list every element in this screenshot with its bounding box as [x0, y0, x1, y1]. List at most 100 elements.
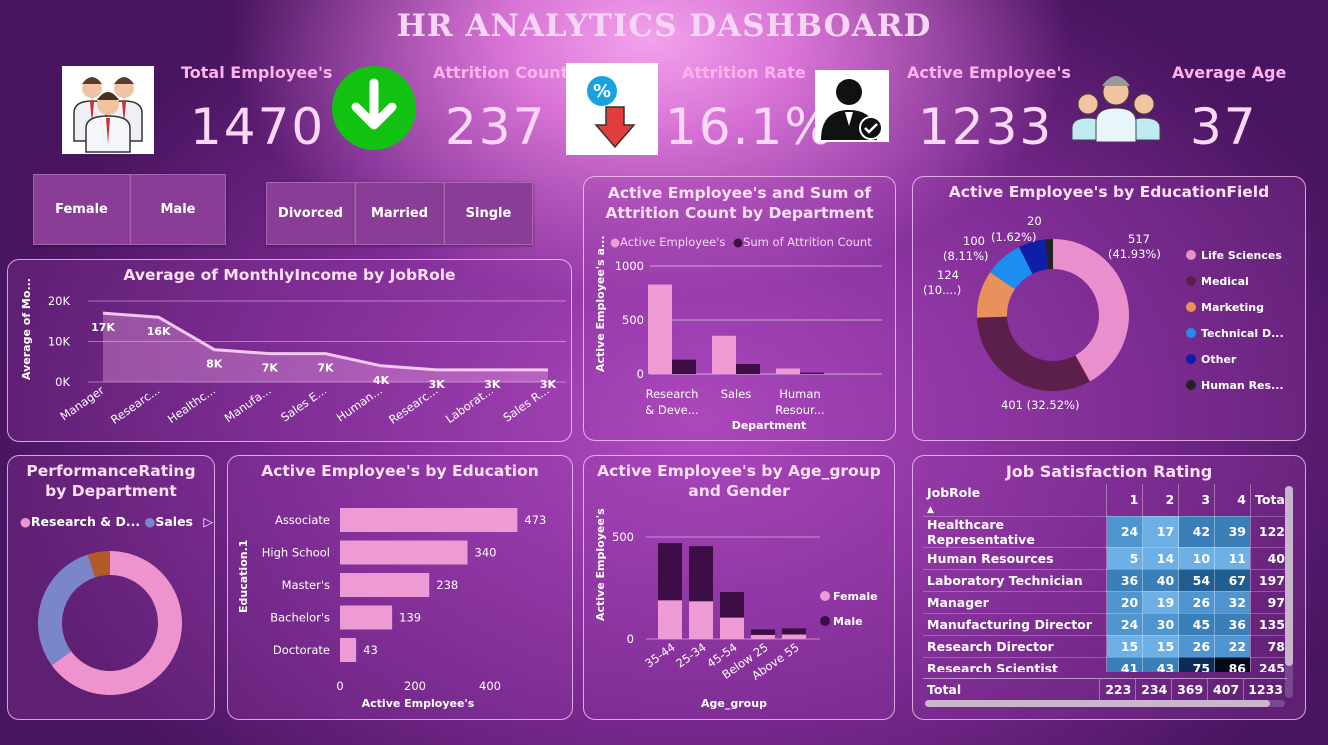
age-legend-item: Female [833, 590, 878, 603]
rating-cell: 11 [1214, 547, 1251, 570]
slicer-divorced[interactable]: Divorced [266, 182, 355, 245]
dept-x-tick: Sales [721, 387, 752, 401]
income-by-jobrole-panel[interactable]: Average of MonthlyIncome by JobRole 20K 1… [7, 259, 572, 442]
percent-down-icon: % [566, 63, 658, 155]
income-data-label: 16K [147, 325, 171, 338]
table-row[interactable]: Healthcare Representative 24 17 42 39 122 [923, 516, 1289, 548]
age-legend-item: Male [833, 615, 863, 628]
dept-y-tick: 0 [637, 367, 644, 381]
performance-panel[interactable]: PerformanceRating by Department ●Researc… [7, 455, 215, 720]
attrition-rate-value: 16.1% [665, 98, 834, 156]
col-header-jobrole[interactable]: JobRole ▲ [923, 484, 1108, 517]
vertical-scroll-thumb[interactable] [1285, 486, 1293, 666]
age-group-panel[interactable]: Active Employee's by Age_group and Gende… [583, 455, 895, 720]
rating-cell: 22 [1214, 635, 1251, 658]
slicer-single[interactable]: Single [444, 182, 533, 245]
income-data-label: 7K [262, 362, 279, 375]
education-data-label: 43 [363, 643, 378, 657]
education-data-label: 340 [475, 546, 497, 560]
dept-bar-attrition [800, 372, 824, 374]
rating-cell: 26 [1178, 635, 1216, 658]
job-satisfaction-table-wrap[interactable]: JobRole ▲ 1 2 3 4 Tota Healthcare Represe… [923, 484, 1289, 672]
income-x-tick: Manufa... [222, 383, 274, 425]
education-field-panel[interactable]: Active Employee's by EducationField 517(… [912, 176, 1306, 441]
education-field-donut: 517(41.93%) 401 (32.52%) 124(10....) 100(8.… [923, 214, 1284, 412]
income-y-axis-label: Average of Mo... [20, 278, 33, 380]
edufield-legend-item: Medical [1201, 275, 1249, 288]
jobrole-cell: Manager [923, 591, 1108, 614]
dept-bar-attrition [672, 359, 696, 374]
total-value: 407 [1207, 679, 1245, 700]
horizontal-scrollbar[interactable] [925, 700, 1285, 707]
education-y-tick: Bachelor's [270, 611, 330, 625]
edufield-data-label-pct: (41.93%) [1108, 247, 1161, 261]
horizontal-scroll-thumb[interactable] [925, 700, 1270, 707]
income-area-chart: 20K10K0KAverage of Mo... 17KManager16KRes… [20, 278, 566, 427]
total-cell: 78 [1250, 635, 1289, 658]
col-header-1[interactable]: 1 [1106, 484, 1144, 517]
table-row[interactable]: Manufacturing Director 24 30 45 36 135 [923, 613, 1289, 636]
education-x-tick: 0 [336, 679, 343, 693]
vertical-scrollbar[interactable] [1285, 486, 1293, 698]
table-row[interactable]: Research Scientist 41 43 75 86 245 [923, 657, 1289, 672]
table-row[interactable]: Research Director 15 15 26 22 78 [923, 635, 1289, 658]
education-y-tick: Doctorate [273, 643, 330, 657]
slicer-female[interactable]: Female [33, 174, 130, 245]
rating-cell: 24 [1106, 613, 1144, 636]
rating-cell: 54 [1178, 569, 1216, 592]
edufield-legend-item: Human Res... [1201, 379, 1284, 392]
performance-donut [38, 551, 182, 695]
table-row[interactable]: Laboratory Technician 36 40 54 67 197 [923, 569, 1289, 592]
total-employees-label: Total Employee's [181, 63, 333, 82]
table-row[interactable]: Manager 20 19 26 32 97 [923, 591, 1289, 614]
education-x-axis-label: Active Employee's [362, 697, 475, 710]
rating-cell: 5 [1106, 547, 1144, 570]
job-satisfaction-panel[interactable]: Job Satisfaction Rating JobRole ▲ 1 2 3 4… [912, 455, 1306, 720]
sort-asc-icon[interactable]: ▲ [927, 505, 934, 515]
dept-x-tick: Research [646, 387, 699, 401]
dept-bar-active [776, 368, 800, 374]
jobrole-cell: Research Director [923, 635, 1108, 658]
age-bar-male [720, 592, 744, 618]
col-header-total[interactable]: Tota [1250, 484, 1289, 517]
rating-cell: 36 [1106, 569, 1144, 592]
rating-cell: 32 [1214, 591, 1251, 614]
rating-cell: 30 [1142, 613, 1180, 636]
rating-cell: 20 [1106, 591, 1144, 614]
active-employees-value: 1233 [918, 98, 1054, 156]
slicer-male[interactable]: Male [130, 174, 226, 245]
attrition-rate-label: Attrition Rate [682, 63, 806, 82]
education-data-label: 238 [436, 578, 458, 592]
age-bar-female [751, 634, 775, 639]
table-row[interactable]: Human Resources 5 14 10 11 40 [923, 547, 1289, 570]
rating-cell: 42 [1178, 516, 1216, 548]
income-y-tick: 20K [48, 294, 71, 308]
slicer-married[interactable]: Married [355, 182, 444, 245]
edufield-legend-item: Other [1201, 353, 1237, 366]
education-bar [340, 638, 357, 662]
age-bar-male [782, 628, 806, 635]
education-panel[interactable]: Active Employee's by Education Associate… [227, 455, 573, 720]
col-header-3[interactable]: 3 [1178, 484, 1216, 517]
col-header-2[interactable]: 2 [1142, 484, 1180, 517]
jobrole-cell: Healthcare Representative [923, 516, 1108, 548]
edufield-legend-item: Life Sciences [1201, 249, 1282, 262]
edufield-data-label-pct: (8.11%) [943, 249, 989, 263]
education-y-tick: High School [262, 546, 330, 560]
age-y-tick: 500 [612, 530, 634, 544]
col-header-4[interactable]: 4 [1214, 484, 1251, 517]
total-cell: 122 [1250, 516, 1289, 548]
education-bar [340, 605, 393, 630]
rating-cell: 10 [1178, 547, 1216, 570]
edufield-data-label: 100 [963, 234, 985, 248]
rating-cell: 43 [1142, 657, 1180, 672]
down-arrow-icon [331, 65, 417, 151]
education-y-tick: Associate [275, 513, 330, 527]
rating-cell: 41 [1106, 657, 1144, 672]
department-panel[interactable]: Active Employee's and Sum of Attrition C… [583, 176, 896, 441]
edufield-data-label-pct: (1.62%) [991, 230, 1037, 244]
attrition-count-value: 237 [445, 98, 547, 156]
education-x-tick: 200 [404, 679, 426, 693]
rating-cell: 26 [1178, 591, 1216, 614]
active-employees-label: Active Employee's [907, 63, 1071, 82]
